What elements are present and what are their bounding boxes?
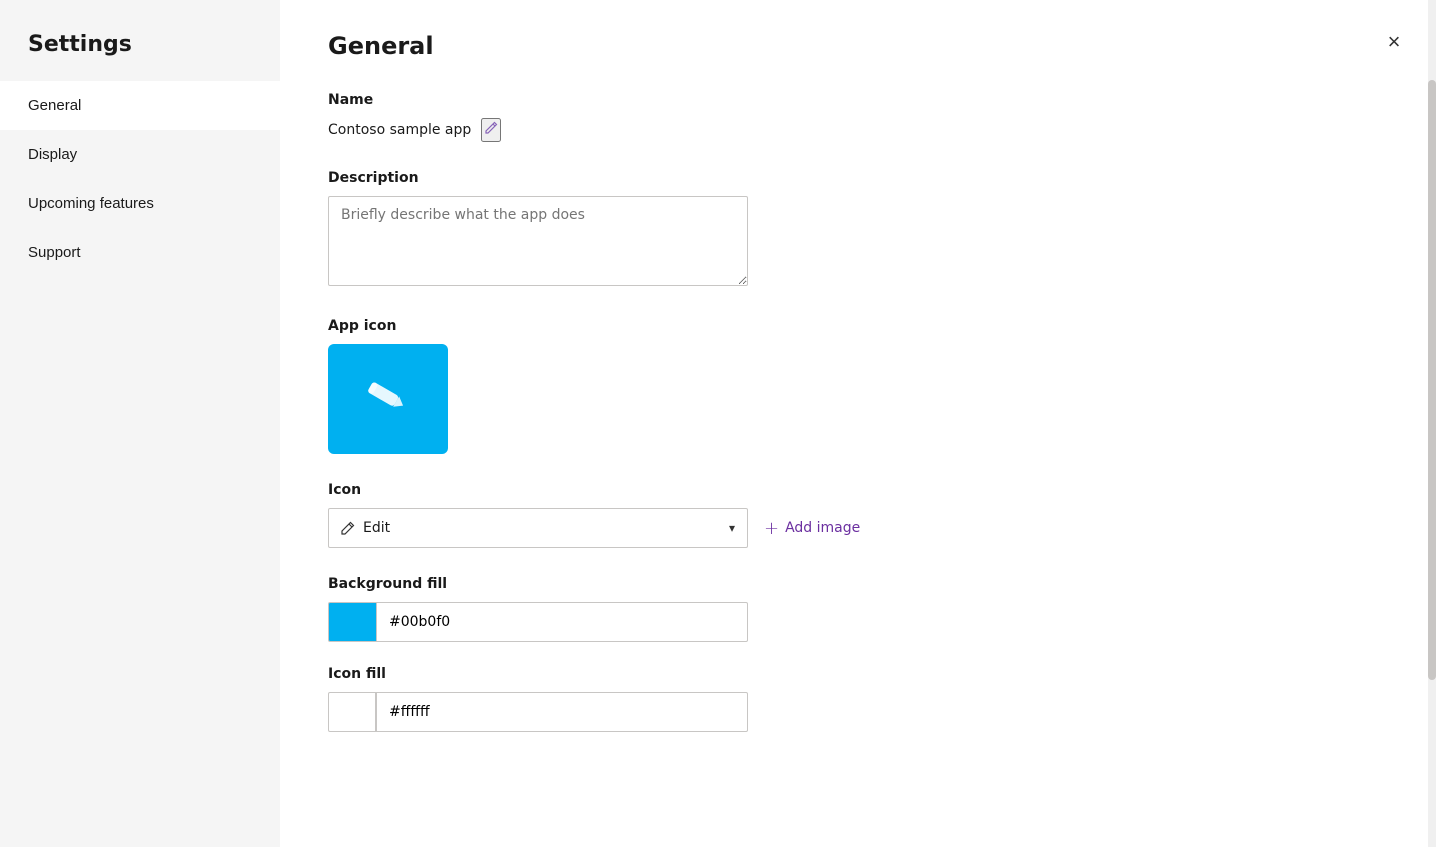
sidebar-item-general[interactable]: General xyxy=(0,81,280,130)
icon-section: Icon Edit ▾ + Add image xyxy=(328,482,1388,548)
icon-fill-label: Icon fill xyxy=(328,666,1388,682)
background-fill-input[interactable] xyxy=(376,602,748,642)
app-icon-pencil-icon xyxy=(353,362,423,435)
main-content: General × Name Contoso sample app Descri… xyxy=(280,0,1436,847)
scrollbar-track xyxy=(1428,0,1436,847)
background-fill-row xyxy=(328,602,748,642)
sidebar-nav: General Display Upcoming features Suppor… xyxy=(0,81,280,277)
sidebar-item-display[interactable]: Display xyxy=(0,130,280,179)
sidebar-title: Settings xyxy=(0,0,280,81)
name-section: Name Contoso sample app xyxy=(328,92,1388,142)
background-fill-label: Background fill xyxy=(328,576,1388,592)
name-value: Contoso sample app xyxy=(328,122,471,138)
add-image-button[interactable]: + Add image xyxy=(764,518,860,539)
description-textarea[interactable] xyxy=(328,196,748,286)
app-icon-section: App icon xyxy=(328,318,1388,454)
pencil-icon xyxy=(341,521,355,535)
background-fill-section: Background fill xyxy=(328,576,1388,642)
page-title: General xyxy=(328,32,434,60)
plus-icon: + xyxy=(764,518,779,539)
icon-fill-input[interactable] xyxy=(376,692,748,732)
sidebar-item-support[interactable]: Support xyxy=(0,228,280,277)
description-label: Description xyxy=(328,170,1388,186)
app-icon-label: App icon xyxy=(328,318,1388,334)
name-row: Contoso sample app xyxy=(328,118,1388,142)
icon-fill-row xyxy=(328,692,748,732)
icon-row: Edit ▾ + Add image xyxy=(328,508,1388,548)
icon-fill-swatch[interactable] xyxy=(328,692,376,732)
scrollbar-thumb[interactable] xyxy=(1428,80,1436,680)
settings-panel: Settings General Display Upcoming featur… xyxy=(0,0,1436,847)
sidebar: Settings General Display Upcoming featur… xyxy=(0,0,280,847)
main-header: General xyxy=(328,32,1388,60)
app-icon-box[interactable] xyxy=(328,344,448,454)
chevron-down-icon: ▾ xyxy=(729,521,735,535)
icon-label: Icon xyxy=(328,482,1388,498)
icon-fill-section: Icon fill xyxy=(328,666,1388,732)
icon-dropdown[interactable]: Edit ▾ xyxy=(328,508,748,548)
description-section: Description xyxy=(328,170,1388,290)
close-button[interactable]: × xyxy=(1376,24,1412,60)
sidebar-item-upcoming-features[interactable]: Upcoming features xyxy=(0,179,280,228)
background-fill-swatch[interactable] xyxy=(328,602,376,642)
edit-name-button[interactable] xyxy=(481,118,501,142)
name-label: Name xyxy=(328,92,1388,108)
icon-select-label: Edit xyxy=(363,520,390,536)
